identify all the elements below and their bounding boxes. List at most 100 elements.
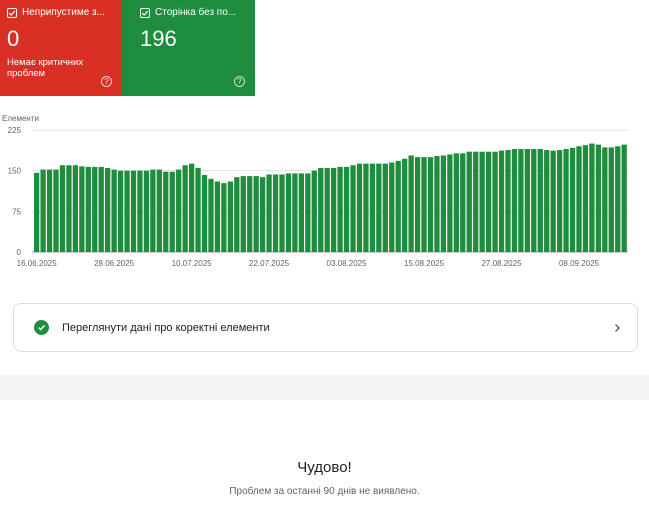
chart-bar[interactable] <box>40 169 46 252</box>
chart-bar[interactable] <box>343 166 350 252</box>
chart-bar[interactable] <box>105 167 111 252</box>
chart-bar[interactable] <box>285 173 292 252</box>
chart-bar[interactable] <box>324 167 330 252</box>
chart-bar[interactable] <box>137 170 143 252</box>
chart-bar[interactable] <box>544 150 550 252</box>
chart-bar[interactable] <box>615 146 621 252</box>
chart-bar[interactable] <box>389 162 395 252</box>
chart-bar[interactable] <box>46 169 53 252</box>
chart-bar[interactable] <box>537 148 543 252</box>
chart-bar[interactable] <box>402 158 408 252</box>
chart-bar[interactable] <box>563 148 569 252</box>
chart-bar[interactable] <box>337 166 343 252</box>
chart-bar[interactable] <box>460 153 466 252</box>
chart-bar[interactable] <box>376 163 382 252</box>
chart-bar[interactable] <box>130 170 137 252</box>
chart-bar[interactable] <box>111 169 117 252</box>
chart-bar[interactable] <box>279 174 285 252</box>
valid-card[interactable]: Сторінка без по... 196 ? <box>122 0 255 96</box>
chart-bar[interactable] <box>356 163 363 252</box>
chart-bar[interactable] <box>518 148 524 252</box>
chart-bar[interactable] <box>582 145 589 252</box>
chart-bar[interactable] <box>621 144 627 252</box>
chart-bar[interactable] <box>608 147 614 252</box>
chart-bar[interactable] <box>318 167 324 252</box>
chart-bar[interactable] <box>550 150 556 252</box>
chart-bar[interactable] <box>473 151 479 252</box>
chart-bar[interactable] <box>150 169 156 252</box>
chart-bar[interactable] <box>156 169 162 252</box>
chart-bar[interactable] <box>576 146 582 252</box>
chart-bar[interactable] <box>331 167 337 252</box>
chart-bar[interactable] <box>595 144 602 252</box>
chart-bar[interactable] <box>92 166 98 252</box>
chart-bar[interactable] <box>492 151 498 252</box>
chart-bar[interactable] <box>524 148 530 252</box>
chart-bar[interactable] <box>479 151 485 252</box>
chart-bar[interactable] <box>188 163 195 252</box>
chart-bar[interactable] <box>453 153 459 252</box>
chart-bar[interactable] <box>59 165 66 252</box>
chart-bar[interactable] <box>589 143 595 252</box>
chart-bar[interactable] <box>34 172 40 252</box>
help-icon[interactable]: ? <box>101 76 112 87</box>
chart-bar[interactable] <box>440 155 447 252</box>
chart-bar[interactable] <box>421 157 427 252</box>
chart-bar[interactable] <box>363 163 369 252</box>
chart-bar[interactable] <box>253 176 259 252</box>
chart-bar[interactable] <box>117 170 124 252</box>
chart-bar[interactable] <box>498 150 505 252</box>
chart-bar[interactable] <box>85 166 91 252</box>
chart-bar[interactable] <box>408 155 414 252</box>
chart-bar[interactable] <box>98 166 104 252</box>
chart-bar[interactable] <box>434 156 440 252</box>
chart-bar[interactable] <box>66 165 72 252</box>
checkbox-checked-icon[interactable] <box>7 7 17 18</box>
chart-bar[interactable] <box>247 176 253 252</box>
chart-bar[interactable] <box>143 170 150 252</box>
chart-bar[interactable] <box>201 175 208 252</box>
chart-bar[interactable] <box>182 165 188 252</box>
chart-bar[interactable] <box>176 169 182 252</box>
chart-bar[interactable] <box>369 163 376 252</box>
chart-bar[interactable] <box>259 177 266 252</box>
chart-bar[interactable] <box>447 154 453 252</box>
chart-bar[interactable] <box>214 181 221 252</box>
chart-bar[interactable] <box>266 174 272 252</box>
chart-bar[interactable] <box>72 165 79 252</box>
chart-bar[interactable] <box>466 151 472 252</box>
chart-bar[interactable] <box>234 177 240 252</box>
chart-bar[interactable] <box>240 176 246 252</box>
chart-bar[interactable] <box>169 171 175 252</box>
chart-bar[interactable] <box>485 151 492 252</box>
chart-bar[interactable] <box>292 173 298 252</box>
error-card[interactable]: Неприпустиме з... 0 Немає критичних проб… <box>0 0 122 96</box>
chart-bar[interactable] <box>427 157 434 252</box>
chart-bar[interactable] <box>382 163 388 252</box>
chart-bar[interactable] <box>221 183 227 252</box>
x-tick-label: 16.06.2025 <box>17 259 58 268</box>
chart-bar[interactable] <box>531 148 537 252</box>
chart-bar[interactable] <box>569 147 576 252</box>
chart-bar[interactable] <box>395 160 401 252</box>
chart-bar[interactable] <box>505 150 511 252</box>
chart-bar[interactable] <box>163 171 169 252</box>
chart-bar[interactable] <box>53 169 59 252</box>
help-icon[interactable]: ? <box>234 76 245 87</box>
chart-bar[interactable] <box>602 147 608 252</box>
checkbox-checked-icon[interactable] <box>140 7 150 18</box>
chart-bar[interactable] <box>511 148 518 252</box>
chart-bar[interactable] <box>350 165 356 252</box>
view-valid-items-link[interactable]: Переглянути дані про коректні елементи <box>13 303 638 352</box>
chart-bar[interactable] <box>305 173 311 252</box>
chart-bar[interactable] <box>414 157 421 252</box>
chart-bar[interactable] <box>195 167 201 252</box>
chart-bar[interactable] <box>556 150 563 252</box>
chart-bar[interactable] <box>208 178 214 252</box>
chart-bar[interactable] <box>79 166 85 252</box>
chart-bar[interactable] <box>298 173 305 252</box>
chart-bar[interactable] <box>227 181 233 252</box>
chart-bar[interactable] <box>272 174 279 252</box>
chart-bar[interactable] <box>311 170 317 252</box>
chart-bar[interactable] <box>124 170 130 252</box>
